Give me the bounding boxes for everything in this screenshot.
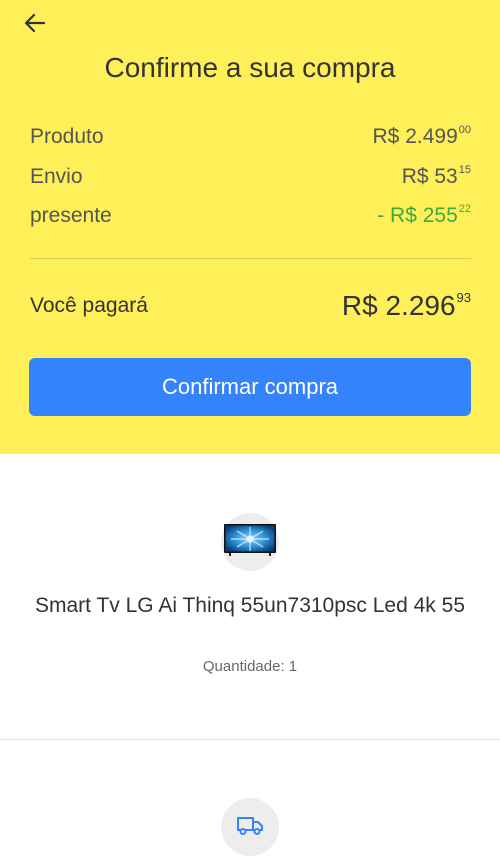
- product-title: Smart Tv LG Ai Thinq 55un7310psc Led 4k …: [35, 594, 465, 617]
- divider: [30, 258, 471, 259]
- product-quantity: Quantidade: 1: [202, 658, 298, 675]
- row-label: presente: [30, 204, 112, 227]
- summary-row-gift: presente - R$ 25522: [30, 201, 471, 231]
- product-thumbnail: [221, 513, 279, 571]
- arrow-left-icon: [24, 12, 46, 39]
- truck-icon: [236, 814, 264, 841]
- total-label: Você pagará: [30, 294, 148, 317]
- row-label: Envio: [30, 165, 83, 188]
- row-label: Produto: [30, 125, 104, 148]
- row-value: R$ 5315: [401, 164, 471, 188]
- total-value: R$ 2.29693: [341, 290, 471, 321]
- section-divider: [0, 739, 500, 740]
- total-row: Você pagará R$ 2.29693: [30, 286, 471, 326]
- shipping-icon-container: [221, 798, 279, 856]
- page-title: Confirme a sua compra: [104, 52, 396, 83]
- tv-thumbnail-icon: [223, 523, 277, 562]
- summary-header: Confirme a sua compra Produto R$ 2.49900…: [0, 0, 500, 454]
- summary-row-shipping: Envio R$ 5315: [30, 162, 471, 192]
- back-button[interactable]: [20, 10, 50, 40]
- row-value: R$ 2.49900: [372, 124, 471, 148]
- confirm-purchase-button[interactable]: Confirmar compra: [29, 358, 471, 416]
- summary-row-product: Produto R$ 2.49900: [30, 122, 471, 152]
- row-value: - R$ 25522: [377, 203, 471, 227]
